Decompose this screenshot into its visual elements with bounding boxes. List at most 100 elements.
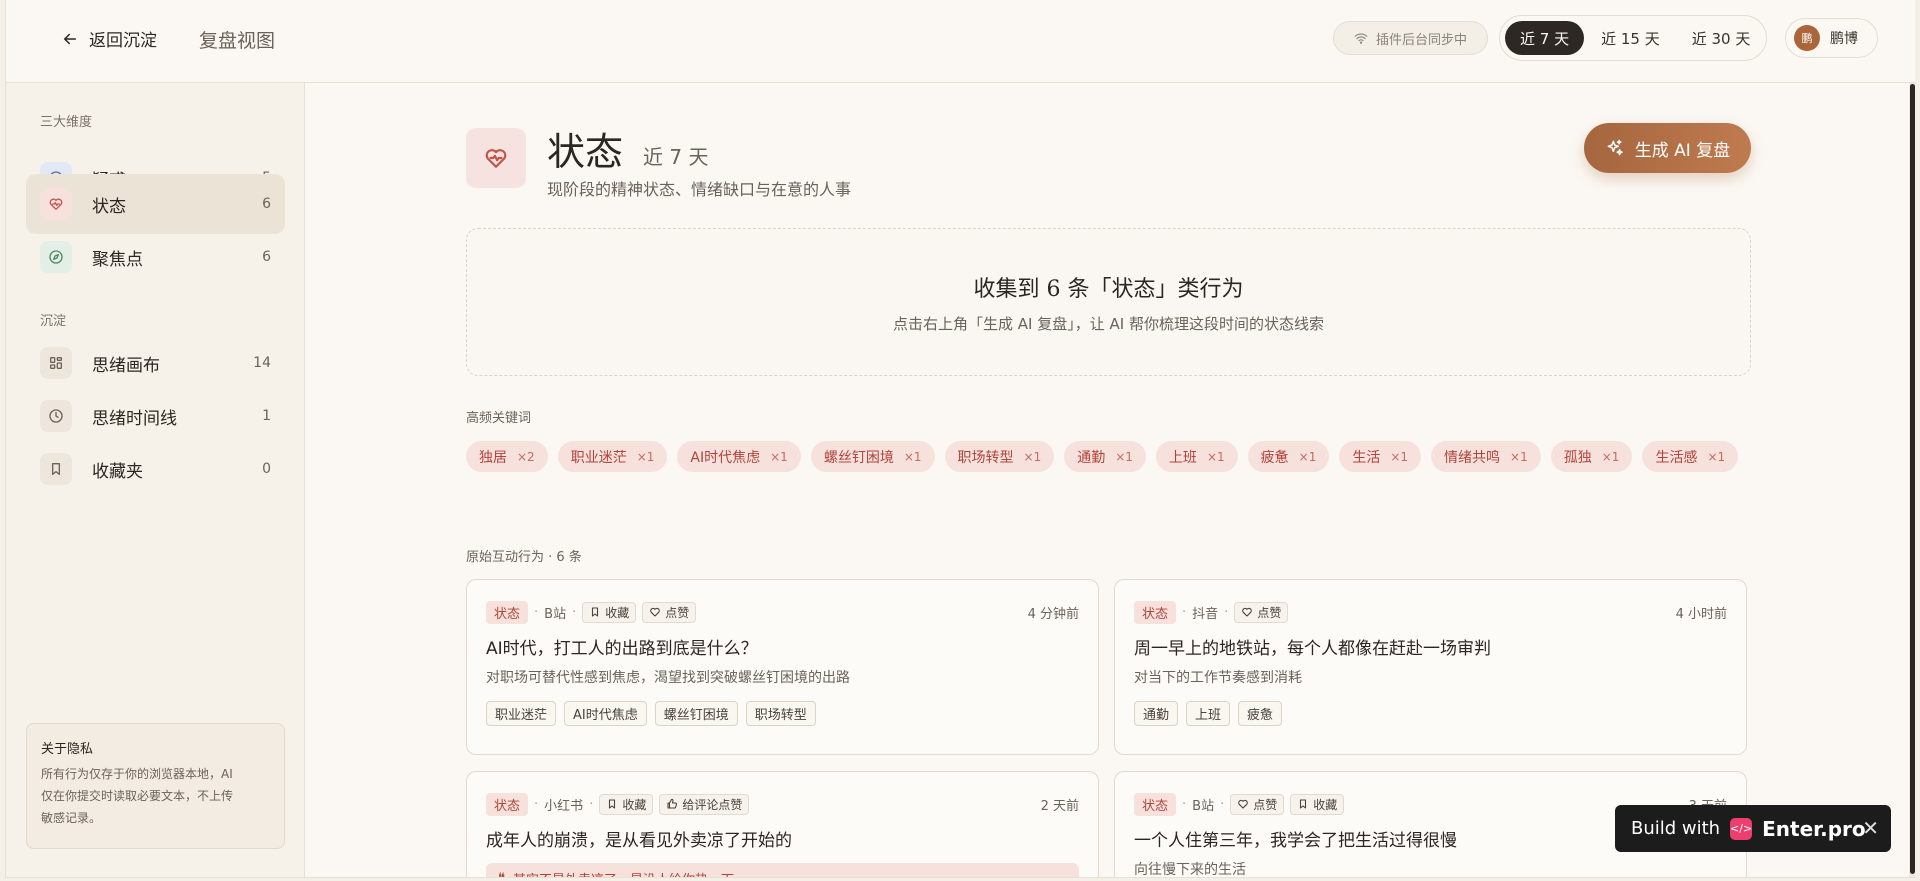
card-source: 抖音 bbox=[1192, 606, 1219, 622]
generate-ai-review-button[interactable]: 生成 AI 复盘 bbox=[1584, 123, 1751, 173]
keyword-count: ×1 bbox=[1601, 449, 1620, 464]
sidebar-item-count: 0 bbox=[262, 461, 271, 477]
close-icon[interactable]: ✕ bbox=[1862, 816, 1879, 840]
bookmark-icon bbox=[1300, 799, 1307, 809]
tag[interactable]: 疲惫 bbox=[1238, 701, 1283, 726]
keyword-count: ×2 bbox=[517, 449, 535, 464]
deposit-section-label: 沉淀 bbox=[40, 314, 67, 329]
keyword-chip[interactable]: 情绪共鸣 ×1 bbox=[1431, 441, 1541, 472]
user-menu[interactable]: 鹏 鹏博 bbox=[1785, 18, 1878, 58]
sidebar-item-count: 6 bbox=[262, 249, 271, 265]
card-description: 对职场可替代性感到焦虑，渴望找到突破螺丝钉困境的出路 bbox=[486, 670, 850, 686]
keyword-label: 上班 bbox=[1168, 449, 1197, 466]
bookmark-icon bbox=[592, 607, 599, 617]
keyword-chip[interactable]: 通勤 ×1 bbox=[1064, 441, 1146, 472]
sidebar-item-label: 思绪画布 bbox=[92, 355, 160, 376]
keyword-label: 通勤 bbox=[1077, 449, 1106, 466]
keyword-chip[interactable]: 生活 ×1 bbox=[1339, 441, 1422, 472]
card-time: 4 小时前 bbox=[1675, 606, 1727, 622]
card-description: 向往慢下来的生活 bbox=[1134, 862, 1246, 878]
keyword-chip[interactable]: 生活感 ×1 bbox=[1642, 441, 1739, 472]
sidebar-item-count: 1 bbox=[262, 408, 271, 424]
keyword-chip[interactable]: 疲惫 ×1 bbox=[1247, 441, 1330, 472]
keyword-chip[interactable]: AI时代焦虑 ×1 bbox=[677, 441, 801, 472]
sidebar-item-favorites[interactable]: 收藏夹 0 bbox=[26, 439, 285, 499]
separator: · bbox=[534, 796, 539, 812]
tag[interactable]: 上班 bbox=[1186, 701, 1231, 726]
keyword-label: 职场转型 bbox=[957, 449, 1014, 466]
action-label: 收藏 bbox=[622, 797, 647, 812]
action-bookmark: 收藏 bbox=[582, 601, 637, 623]
sidebar-item-canvas[interactable]: 思绪画布 14 bbox=[26, 333, 285, 393]
range-15-days[interactable]: 近 15 天 bbox=[1586, 21, 1675, 55]
heart-icon bbox=[1238, 799, 1249, 809]
keyword-label: 疲惫 bbox=[1260, 449, 1289, 466]
sync-label: 插件后台同步中 bbox=[1375, 32, 1467, 48]
top-header: 返回沉淀 复盘视图 插件后台同步中 近 7 天 近 15 天 近 30 天 鹏 … bbox=[6, 0, 1915, 83]
tag[interactable]: 通勤 bbox=[1134, 701, 1179, 726]
tag[interactable]: 螺丝钉困境 bbox=[654, 701, 738, 726]
tag[interactable]: 职业迷茫 bbox=[486, 701, 557, 726]
quote-icon: ❝ bbox=[498, 870, 505, 878]
separator: · bbox=[534, 604, 539, 620]
action-label: 点赞 bbox=[1253, 797, 1278, 812]
keyword-count: ×1 bbox=[1206, 449, 1225, 464]
separator: · bbox=[1182, 604, 1187, 620]
action-like: 点赞 bbox=[1234, 601, 1289, 623]
behavior-card[interactable]: 状态 · 抖音 · 点赞 4 小时前 周一早上的地铁站，每个人都像在赶赴一场审判… bbox=[1114, 579, 1747, 755]
keyword-label: 螺丝钉困境 bbox=[823, 449, 894, 466]
sidebar-item-focus[interactable]: 聚焦点 6 bbox=[26, 227, 285, 287]
status-badge: 状态 bbox=[1134, 600, 1177, 624]
page-title: 状态 bbox=[547, 130, 624, 174]
heart-pulse-icon bbox=[466, 128, 526, 188]
range-7-days[interactable]: 近 7 天 bbox=[1505, 21, 1585, 55]
keyword-count: ×1 bbox=[1707, 449, 1726, 464]
keyword-label: 独居 bbox=[479, 449, 507, 466]
behavior-card[interactable]: 状态 · B站 · 收藏 点赞 4 分钟前 AI时代，打工人的出路到底是什么？ … bbox=[466, 579, 1099, 755]
privacy-note: 关于隐私 所有行为仅存于你的浏览器本地，AI 仅在你提交时读取必要文本，不上传 … bbox=[26, 723, 285, 849]
range-30-days[interactable]: 近 30 天 bbox=[1677, 21, 1766, 55]
status-badge: 状态 bbox=[1134, 792, 1177, 816]
sidebar-item-timeline[interactable]: 思绪时间线 1 bbox=[26, 386, 285, 446]
action-like: 点赞 bbox=[1230, 793, 1285, 815]
sidebar: 三大维度 疑惑 5 状态 6 聚焦点 6 沉淀 bbox=[6, 83, 305, 877]
action-label: 收藏 bbox=[1313, 797, 1338, 812]
keyword-chip[interactable]: 职场转型 ×1 bbox=[944, 441, 1055, 472]
keyword-chip[interactable]: 孤独 ×1 bbox=[1550, 441, 1633, 472]
separator: · bbox=[1220, 796, 1225, 812]
sidebar-item-status[interactable]: 状态 6 bbox=[26, 174, 285, 234]
card-description: 对当下的工作节奏感到消耗 bbox=[1134, 670, 1302, 686]
keyword-label: 生活 bbox=[1352, 449, 1381, 466]
action-label: 收藏 bbox=[605, 605, 630, 620]
keyword-chip[interactable]: 上班 ×1 bbox=[1155, 441, 1238, 472]
tag[interactable]: AI时代焦虑 bbox=[564, 701, 647, 726]
keyword-label: 职业迷茫 bbox=[570, 449, 627, 466]
keyword-chip[interactable]: 独居 ×2 bbox=[466, 441, 548, 472]
card-meta: 状态 · 抖音 · 点赞 4 小时前 bbox=[1134, 600, 1727, 624]
page-title-header: 复盘视图 bbox=[199, 30, 276, 52]
keyword-chip[interactable]: 职业迷茫 ×1 bbox=[557, 441, 668, 472]
heart-icon bbox=[650, 607, 661, 617]
card-time: 2 天前 bbox=[1040, 798, 1079, 814]
build-badge[interactable]: Build with </> Enter.pro ✕ bbox=[1615, 805, 1891, 852]
keyword-label: 孤独 bbox=[1563, 449, 1592, 466]
keyword-count: ×1 bbox=[1023, 449, 1042, 464]
grid-icon bbox=[40, 347, 72, 379]
avatar: 鹏 bbox=[1794, 25, 1820, 51]
dimension-section-label: 三大维度 bbox=[40, 115, 93, 130]
card-meta: 状态 · B站 · 收藏 点赞 4 分钟前 bbox=[486, 600, 1079, 624]
keyword-chip[interactable]: 螺丝钉困境 ×1 bbox=[810, 441, 935, 472]
card-source: B站 bbox=[1192, 798, 1215, 814]
collect-summary: 收集到 6 条「状态」类行为 点击右上角「生成 AI 复盘」，让 AI 帮你梳理… bbox=[466, 228, 1751, 376]
back-label: 返回沉淀 bbox=[89, 31, 157, 51]
separator: · bbox=[1182, 796, 1187, 812]
card-quote: ❝ 其实不是外卖凉了，是没人给你热一下 bbox=[486, 863, 1079, 878]
card-title: 周一早上的地铁站，每个人都像在赶赴一场审判 bbox=[1134, 639, 1491, 659]
wifi-icon bbox=[1354, 33, 1368, 44]
back-button[interactable]: 返回沉淀 bbox=[61, 26, 157, 51]
behavior-card[interactable]: 状态 · 小红书 · 收藏 给评论点赞 2 天前 成年人的崩溃，是从看见外卖凉了… bbox=[466, 771, 1099, 878]
keyword-count: ×1 bbox=[1390, 449, 1409, 464]
scrollbar-thumb[interactable] bbox=[1910, 84, 1915, 874]
tag[interactable]: 职场转型 bbox=[745, 701, 816, 726]
enter-logo-icon: </> bbox=[1730, 817, 1752, 840]
